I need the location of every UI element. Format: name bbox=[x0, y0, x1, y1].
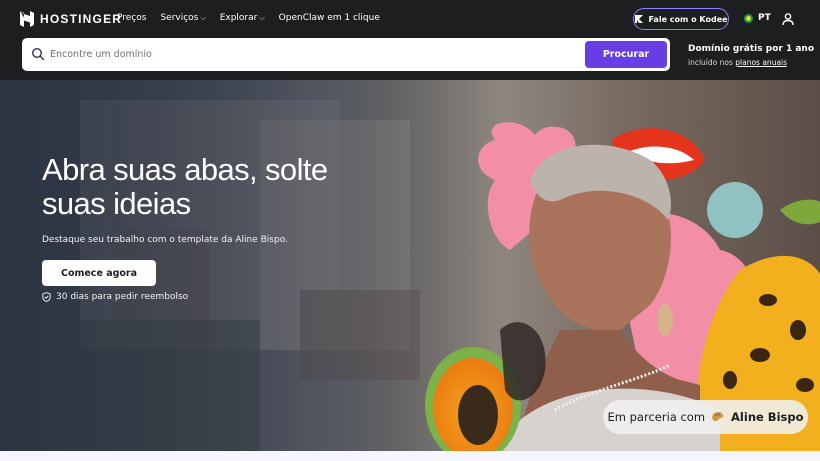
nav-links: Preços Serviços ⌵ Explorar ⌵ OpenClaw em… bbox=[117, 13, 394, 23]
start-now-button[interactable]: Comece agora bbox=[42, 260, 156, 286]
hero-title-line-2: suas ideias bbox=[42, 186, 191, 221]
domain-search-section: Procurar Domínio grátis por 1 ano incluí… bbox=[0, 38, 820, 80]
partner-name: Aline Bispo bbox=[731, 410, 804, 424]
domain-search-box: Procurar bbox=[22, 38, 670, 71]
language-selector[interactable]: PT bbox=[744, 13, 771, 23]
hostinger-logo-icon bbox=[20, 11, 34, 27]
kodee-chat-button[interactable]: Fale com o Kodee bbox=[633, 8, 729, 30]
nav-link-openclaw[interactable]: OpenClaw em 1 clique bbox=[279, 13, 380, 23]
logo-text: HOSTINGER bbox=[40, 12, 123, 26]
nav-link-label: Serviços bbox=[160, 13, 199, 23]
user-icon[interactable] bbox=[781, 12, 795, 26]
top-nav: HOSTINGER Preços Serviços ⌵ Explorar ⌵ O… bbox=[0, 0, 820, 38]
nav-link-label: Preços bbox=[117, 13, 147, 23]
chevron-down-icon: ⌵ bbox=[200, 13, 206, 22]
search-icon bbox=[31, 47, 45, 61]
search-button[interactable]: Procurar bbox=[585, 41, 667, 68]
nav-link-explorar[interactable]: Explorar ⌵ bbox=[220, 13, 265, 23]
hero-banner: Abra suas abas, solte suas ideias Destaq… bbox=[0, 80, 820, 451]
refund-guarantee: 30 dias para pedir reembolso bbox=[42, 292, 188, 302]
hero-title: Abra suas abas, solte suas ideias bbox=[42, 153, 402, 221]
annual-plans-link[interactable]: planos anuais bbox=[735, 58, 787, 67]
nav-link-label: OpenClaw em 1 clique bbox=[278, 13, 380, 23]
refund-text: 30 dias para pedir reembolso bbox=[56, 292, 189, 302]
nav-link-servicos[interactable]: Serviços ⌵ bbox=[160, 13, 205, 23]
shield-check-icon bbox=[42, 292, 51, 302]
brazil-flag-icon bbox=[744, 13, 753, 23]
bottom-strip bbox=[0, 451, 820, 461]
partner-badge: Em parceria com Aline Bispo bbox=[603, 400, 808, 434]
hostinger-logo[interactable]: HOSTINGER bbox=[20, 11, 122, 27]
promo-subtitle: incluído nos planos anuais bbox=[688, 58, 814, 67]
partner-prefix: Em parceria com bbox=[607, 410, 706, 424]
nav-link-label: Explorar bbox=[219, 13, 258, 23]
domain-search-input[interactable] bbox=[50, 46, 570, 63]
nav-link-precos[interactable]: Preços bbox=[117, 13, 146, 23]
kodee-icon bbox=[635, 15, 644, 23]
kodee-label: Fale com o Kodee bbox=[648, 14, 728, 24]
hero-title-line-1: Abra suas abas, solte bbox=[42, 152, 328, 187]
promo-prefix: incluído nos bbox=[688, 58, 733, 67]
palette-icon bbox=[712, 412, 724, 422]
hero-subtitle: Destaque seu trabalho com o template da … bbox=[42, 235, 288, 245]
promo-title: Domínio grátis por 1 ano bbox=[688, 44, 815, 54]
language-code: PT bbox=[758, 13, 771, 23]
chevron-down-icon: ⌵ bbox=[259, 13, 265, 22]
domain-promo: Domínio grátis por 1 ano incluído nos pl… bbox=[688, 44, 814, 67]
